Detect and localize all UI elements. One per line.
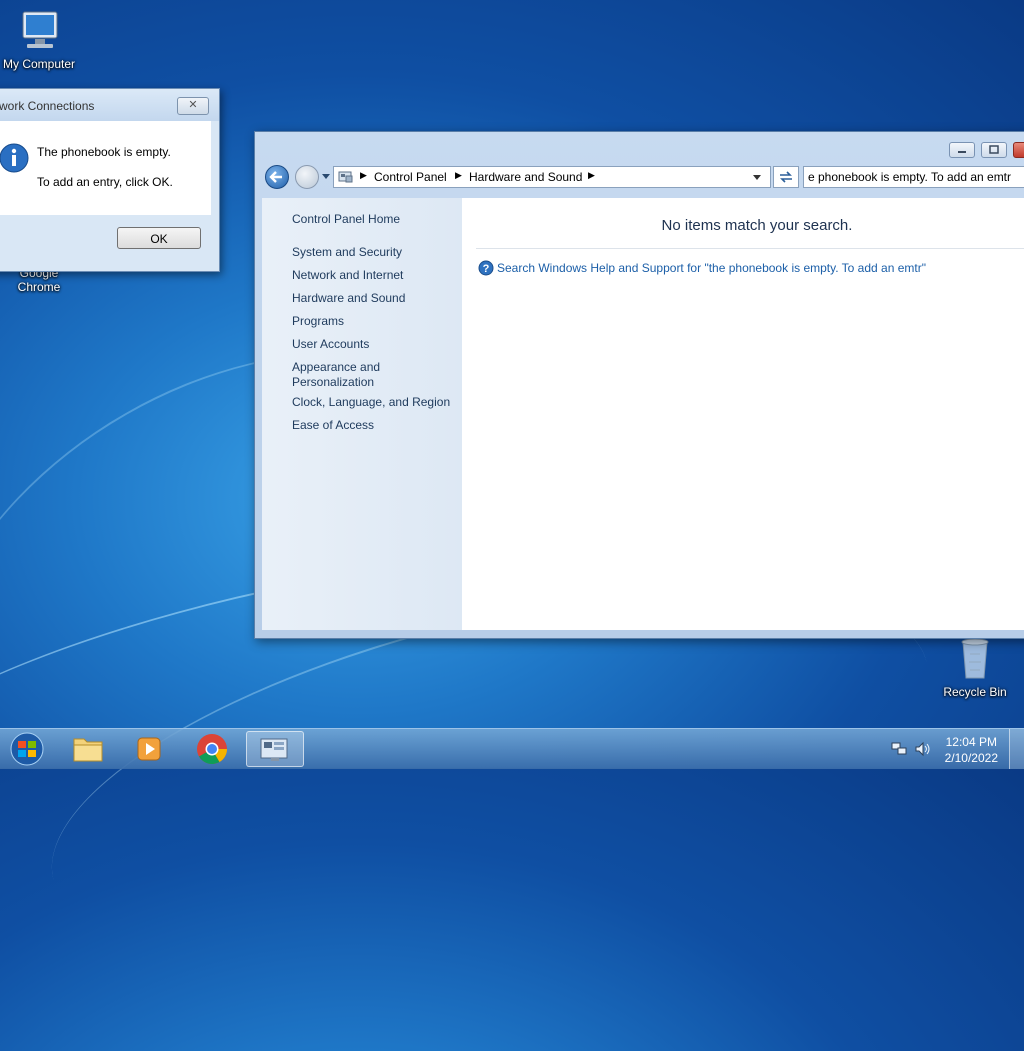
breadcrumb-separator[interactable]: ▶ bbox=[588, 170, 595, 181]
refresh-button[interactable] bbox=[773, 166, 799, 188]
chevron-down-icon[interactable] bbox=[752, 174, 762, 182]
nav-link-programs[interactable]: Programs bbox=[292, 314, 344, 329]
forward-button[interactable] bbox=[295, 165, 319, 189]
nav-link-system-and-security[interactable]: System and Security bbox=[292, 245, 402, 260]
maximize-icon bbox=[989, 145, 999, 154]
system-clock[interactable]: 12:04 PM 2/10/2022 bbox=[945, 734, 998, 766]
network-icon[interactable] bbox=[890, 741, 908, 757]
desktop-icon-label: My Computer bbox=[2, 57, 76, 71]
nav-link-control-panel-home[interactable]: Control Panel Home bbox=[292, 212, 400, 227]
nav-link-clock-language-region[interactable]: Clock, Language, and Region bbox=[292, 395, 450, 410]
dialog-body: The phonebook is empty. To add an entry,… bbox=[0, 121, 211, 215]
maximize-button[interactable] bbox=[981, 142, 1007, 158]
content-pane: No items match your search. ? Search Win… bbox=[462, 198, 1024, 630]
control-panel-icon bbox=[338, 171, 353, 183]
dialog-title: work Connections bbox=[0, 99, 95, 113]
media-player-icon bbox=[137, 737, 161, 761]
start-button[interactable] bbox=[2, 731, 52, 767]
navigation-pane: Control Panel Home System and Security N… bbox=[262, 198, 462, 630]
nav-link-hardware-and-sound[interactable]: Hardware and Sound bbox=[292, 291, 405, 306]
breadcrumb-control-panel[interactable]: Control Panel bbox=[374, 170, 447, 184]
folder-icon bbox=[73, 738, 103, 762]
back-button[interactable] bbox=[265, 165, 289, 189]
desktop-icon-recycle-bin[interactable]: Recycle Bin bbox=[930, 636, 1020, 699]
dialog-close-button[interactable]: ✕ bbox=[177, 97, 209, 115]
taskbar-control-panel-button[interactable] bbox=[246, 731, 304, 767]
minimize-icon bbox=[958, 151, 966, 153]
dialog-message-line1: The phonebook is empty. bbox=[37, 145, 171, 159]
computer-icon bbox=[22, 11, 58, 48]
taskbar: 12:04 PM 2/10/2022 bbox=[0, 728, 1024, 769]
show-desktop-button[interactable] bbox=[1009, 729, 1024, 769]
taskbar-explorer-button[interactable] bbox=[60, 731, 116, 767]
clock-time: 12:04 PM bbox=[945, 735, 997, 749]
minimize-button[interactable] bbox=[949, 142, 975, 158]
volume-icon[interactable] bbox=[914, 741, 932, 757]
info-icon bbox=[0, 143, 29, 173]
control-panel-icon bbox=[260, 738, 288, 761]
recent-pages-dropdown-icon[interactable] bbox=[321, 173, 331, 181]
phonebook-dialog[interactable]: work Connections ✕ The phonebook is empt… bbox=[0, 88, 220, 272]
refresh-icon bbox=[780, 171, 792, 183]
nav-link-appearance-and-personalization[interactable]: Appearance and Personalization bbox=[292, 360, 402, 390]
dialog-titlebar[interactable]: work Connections ✕ bbox=[0, 89, 219, 121]
help-icon: ? bbox=[478, 260, 494, 276]
recycle-bin-icon bbox=[961, 638, 989, 679]
nav-link-ease-of-access[interactable]: Ease of Access bbox=[292, 418, 374, 433]
taskbar-chrome-button[interactable] bbox=[184, 731, 240, 767]
control-panel-window[interactable]: ▶ Control Panel ▶ Hardware and Sound ▶ e… bbox=[254, 131, 1024, 639]
close-icon: ✕ bbox=[188, 99, 198, 111]
svg-text:?: ? bbox=[483, 263, 490, 275]
dialog-message-line2: To add an entry, click OK. bbox=[37, 175, 173, 189]
taskbar-media-player-button[interactable] bbox=[122, 731, 178, 767]
search-help-link[interactable]: ? Search Windows Help and Support for "t… bbox=[478, 260, 926, 276]
close-button[interactable] bbox=[1013, 142, 1024, 158]
address-bar[interactable]: ▶ Control Panel ▶ Hardware and Sound ▶ bbox=[333, 166, 771, 188]
desktop-icon-my-computer[interactable]: My Computer bbox=[0, 8, 84, 71]
search-input-value: e phonebook is empty. To add an emtr bbox=[808, 170, 1012, 184]
divider bbox=[476, 248, 1024, 249]
no-items-message: No items match your search. bbox=[661, 217, 853, 234]
search-help-link-text: Search Windows Help and Support for "the… bbox=[497, 261, 926, 275]
breadcrumb-separator[interactable]: ▶ bbox=[455, 170, 462, 181]
chrome-icon bbox=[197, 734, 227, 765]
arrow-left-icon bbox=[269, 171, 282, 183]
nav-link-network-and-internet[interactable]: Network and Internet bbox=[292, 268, 403, 283]
nav-link-user-accounts[interactable]: User Accounts bbox=[292, 337, 369, 352]
desktop-icon-label: Recycle Bin bbox=[943, 685, 1007, 699]
ok-button[interactable]: OK bbox=[117, 227, 201, 249]
search-input[interactable]: e phonebook is empty. To add an emtr bbox=[803, 166, 1024, 188]
breadcrumb-separator[interactable]: ▶ bbox=[360, 170, 367, 181]
windows-start-icon bbox=[10, 732, 44, 766]
breadcrumb-hardware-and-sound[interactable]: Hardware and Sound bbox=[469, 170, 582, 184]
clock-date: 2/10/2022 bbox=[944, 751, 998, 765]
